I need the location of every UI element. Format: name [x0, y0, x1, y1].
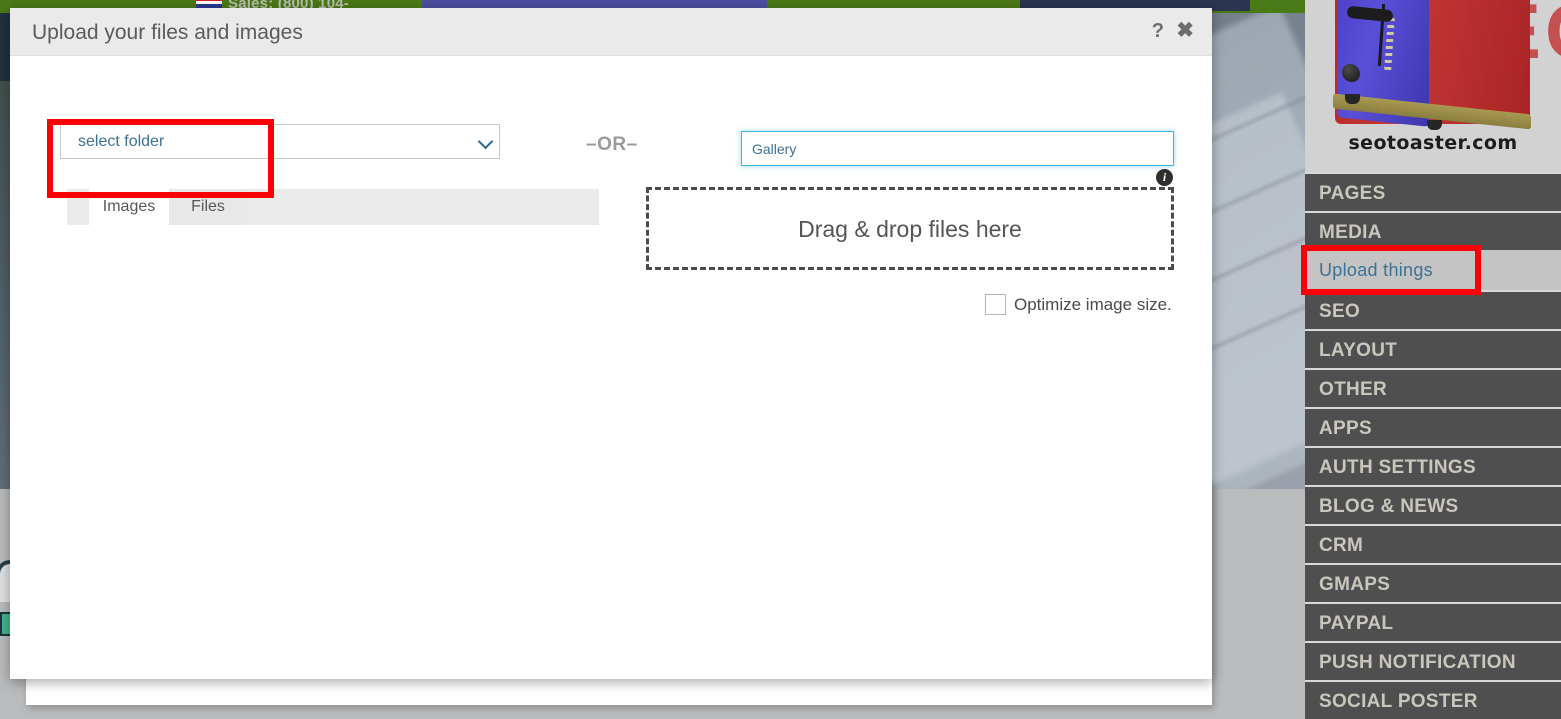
sidebar-item-apps[interactable]: APPS [1305, 407, 1561, 446]
sidebar-item-pages[interactable]: PAGES [1305, 172, 1561, 211]
toaster-foot [1427, 120, 1442, 130]
tab-images[interactable]: Images [89, 189, 169, 225]
sidebar-item-auth-settings[interactable]: AUTH SETTINGS [1305, 446, 1561, 485]
help-icon[interactable]: ? [1152, 20, 1164, 42]
sidebar-item-other[interactable]: OTHER [1305, 368, 1561, 407]
toaster-foot [1345, 94, 1360, 104]
tab-files[interactable]: Files [169, 189, 247, 225]
right-sidebar: SEO seotoaster.com PAGES MEDIA Upload th… [1305, 0, 1561, 719]
sidebar-item-social-poster[interactable]: SOCIAL POSTER [1305, 680, 1561, 719]
sidebar-item-blog-and-news[interactable]: BLOG & NEWS [1305, 485, 1561, 524]
sidebar-item-paypal[interactable]: PAYPAL [1305, 602, 1561, 641]
sidebar-item-seo[interactable]: SEO [1305, 290, 1561, 329]
sidebar-item-layout[interactable]: LAYOUT [1305, 329, 1561, 368]
gallery-name-input[interactable] [741, 131, 1174, 166]
seotoaster-caption: seotoaster.com [1348, 132, 1518, 154]
dropzone-label: Drag & drop files here [798, 216, 1022, 242]
sidebar-item-upload-things[interactable]: Upload things [1305, 250, 1561, 290]
sidebar-item-media[interactable]: MEDIA [1305, 211, 1561, 250]
sidebar-item-gmaps[interactable]: GMAPS [1305, 563, 1561, 602]
file-dropzone[interactable]: Drag & drop files here [646, 187, 1174, 270]
modal-header: Upload your files and images ? ✖ [10, 8, 1212, 56]
upload-modal: Upload your files and images ? ✖ select … [10, 8, 1212, 679]
optimize-image-size-row: Optimize image size. [985, 294, 1172, 315]
sidebar-item-push-notification[interactable]: PUSH NOTIFICATION [1305, 641, 1561, 680]
select-folder-dropdown[interactable]: select folder [60, 124, 500, 159]
tab-strip-left-pad [67, 189, 89, 225]
sidebar-item-crm[interactable]: CRM [1305, 524, 1561, 563]
media-tab-strip: Images Files [67, 189, 599, 225]
toaster-illustration: SEO [1305, 0, 1561, 133]
modal-title: Upload your files and images [32, 21, 303, 44]
modal-body: select folder Images Files –OR– i Drag &… [10, 56, 1212, 679]
page-root: Sales: (800) 104- SEO SAMBA Upload your … [0, 0, 1561, 719]
or-divider: –OR– [586, 134, 638, 155]
optimize-image-size-checkbox[interactable] [985, 294, 1006, 315]
close-icon[interactable]: ✖ [1176, 20, 1194, 42]
optimize-image-size-label: Optimize image size. [1014, 294, 1172, 314]
seotoaster-logo-card: SEO seotoaster.com [1305, 0, 1561, 172]
info-icon[interactable]: i [1156, 169, 1173, 186]
